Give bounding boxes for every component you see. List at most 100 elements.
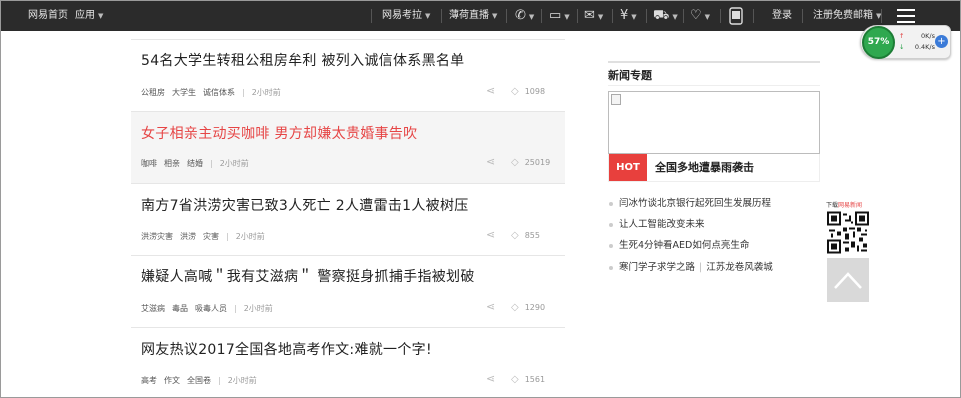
news-tag[interactable]: 结婚 — [187, 159, 203, 168]
news-time: 2小时前 — [219, 159, 249, 168]
mobile-icon[interactable] — [729, 7, 743, 30]
apps-menu[interactable]: 应用 ▼ — [75, 1, 103, 31]
share-icon[interactable]: ⋖ — [486, 84, 495, 97]
plus-icon[interactable]: + — [935, 35, 948, 48]
sidebar-link[interactable]: 让人工智能改变未来 — [609, 216, 705, 230]
news-tag[interactable]: 灾害 — [203, 232, 219, 241]
chevron-down-icon: ▼ — [492, 12, 498, 20]
news-tag[interactable]: 吸毒人员 — [195, 304, 227, 313]
divider — [506, 9, 507, 23]
news-time: 2小时前 — [243, 304, 273, 313]
news-tag[interactable]: 毒品 — [172, 304, 188, 313]
news-tag[interactable]: 艾滋病 — [141, 304, 165, 313]
news-item[interactable]: 嫌疑人高喊＂我有艾滋病＂ 警察挺身抓捕手指被划破 艾滋病 毒品 吸毒人员 | 2小时前 … — [131, 266, 565, 326]
network-speed-widget[interactable]: 57% ↑ 0K/s ↓ 0.4K/s + — [860, 25, 951, 59]
news-time: 2小时前 — [235, 232, 265, 241]
phone-icon[interactable]: ✆ ▼ — [515, 8, 534, 25]
news-tag[interactable]: 洪涝 — [180, 232, 196, 241]
comment-count[interactable]: ◇ 1098 — [511, 86, 545, 97]
separator: | — [234, 304, 237, 313]
divider — [753, 9, 754, 23]
news-title[interactable]: 54名大学生转租公租房牟利 被列入诚信体系黑名单 — [141, 50, 464, 70]
home-link[interactable]: 网易首页 — [28, 1, 68, 31]
comment-count[interactable]: ◇ 855 — [511, 230, 540, 241]
mail-icon[interactable]: ✉ ▼ — [584, 8, 603, 25]
news-item[interactable]: 网友热议2017全国各地高考作文:难就一个字! 高考 作文 全国卷 | 2小时前 ⋖ ◇… — [131, 339, 565, 394]
qr-label-brand: 网易新闻 — [838, 202, 863, 209]
news-tag[interactable]: 诚信体系 — [203, 88, 235, 97]
separator: | — [242, 88, 245, 97]
hot-topic[interactable]: HOT 全国多地遭暴雨袭击 — [608, 154, 820, 182]
register-label: 注册免费邮箱 — [813, 10, 873, 21]
sidebar-link-text[interactable]: 江苏龙卷风袭城 — [706, 262, 773, 273]
comment-count[interactable]: ◇ 1561 — [511, 374, 545, 385]
kaola-label: 网易考拉 — [382, 10, 422, 21]
sidebar-link[interactable]: 闫冰竹谈北京银行起死回生发展历程 — [609, 195, 771, 209]
upload-speed: ↑ 0K/s — [899, 32, 935, 40]
kaola-link[interactable]: 网易考拉 ▼ — [382, 1, 430, 31]
feature-image[interactable] — [608, 91, 820, 154]
bullet-icon — [609, 243, 613, 248]
chevron-up-icon — [834, 272, 862, 289]
sidebar-link-text[interactable]: 让人工智能改变未来 — [619, 219, 705, 230]
separator: | — [226, 232, 229, 241]
news-time: 2小时前 — [251, 88, 281, 97]
sidebar-link-text[interactable]: 闫冰竹谈北京银行起死回生发展历程 — [619, 198, 771, 209]
cart-icon[interactable]: ⛟ ▼ — [653, 8, 678, 25]
divider — [131, 327, 565, 328]
broken-image-icon — [611, 94, 621, 105]
comment-count-value: 1561 — [524, 375, 546, 384]
comment-count[interactable]: ◇ 1290 — [511, 302, 545, 313]
login-link[interactable]: 登录 — [772, 1, 792, 31]
news-tag[interactable]: 公租房 — [141, 88, 165, 97]
hot-topic-title[interactable]: 全国多地遭暴雨袭击 — [655, 154, 754, 181]
news-item[interactable]: 54名大学生转租公租房牟利 被列入诚信体系黑名单 公租房 大学生 诚信体系 | 2小时前… — [131, 50, 565, 110]
news-meta: 洪涝灾害 洪涝 灾害 | 2小时前 — [141, 231, 272, 242]
comment-count-value: 25019 — [524, 158, 551, 167]
divider — [577, 9, 578, 23]
share-icon[interactable]: ⋖ — [486, 155, 495, 168]
news-title[interactable]: 女子相亲主动买咖啡 男方却嫌太贵婚事告吹 — [141, 123, 417, 143]
news-item[interactable]: 南方7省洪涝灾害已致3人死亡 2人遭雷击1人被树压 洪涝灾害 洪涝 灾害 | 2小时前 … — [131, 195, 565, 255]
share-icon[interactable]: ⋖ — [486, 228, 495, 241]
live-link[interactable]: 薄荷直播 ▼ — [449, 1, 497, 31]
sidebar-link[interactable]: 生死4分钟看AED如何点亮生命 — [609, 237, 749, 251]
monitor-icon[interactable]: ▭ ▼ — [549, 8, 570, 25]
divider — [541, 9, 542, 23]
news-title[interactable]: 嫌疑人高喊＂我有艾滋病＂ 警察挺身抓捕手指被划破 — [141, 266, 475, 286]
divider — [802, 9, 803, 23]
upload-value: 0K/s — [921, 32, 935, 40]
news-title[interactable]: 南方7省洪涝灾害已致3人死亡 2人遭雷击1人被树压 — [141, 195, 469, 215]
comment-icon: ◇ — [511, 86, 519, 97]
comment-icon: ◇ — [511, 302, 519, 313]
news-tag[interactable]: 大学生 — [172, 88, 196, 97]
bullet-icon — [609, 265, 613, 270]
news-title[interactable]: 网友热议2017全国各地高考作文:难就一个字! — [141, 339, 432, 359]
sidebar-link[interactable]: 寒门学子求学之路 | 江苏龙卷风袭城 — [609, 259, 773, 273]
divider — [720, 9, 721, 23]
bullet-icon — [609, 201, 613, 206]
news-meta: 公租房 大学生 诚信体系 | 2小时前 — [141, 87, 288, 98]
comment-count-value: 1290 — [524, 303, 546, 312]
news-tag[interactable]: 洪涝灾害 — [141, 232, 173, 241]
news-tag[interactable]: 高考 — [141, 376, 157, 385]
divider — [131, 111, 565, 112]
news-time: 2小时前 — [227, 376, 257, 385]
news-item[interactable]: 女子相亲主动买咖啡 男方却嫌太贵婚事告吹 咖啡 相亲 结婚 | 2小时前 ⋖ ◇ 2501… — [131, 123, 565, 183]
chevron-down-icon: ▼ — [98, 12, 104, 20]
share-icon[interactable]: ⋖ — [486, 300, 495, 313]
divider — [131, 183, 565, 184]
news-tag[interactable]: 咖啡 — [141, 159, 157, 168]
yen-icon[interactable]: ¥ ▼ — [620, 8, 637, 25]
news-tag[interactable]: 作文 — [164, 376, 180, 385]
news-tag[interactable]: 全国卷 — [187, 376, 211, 385]
heart-icon[interactable]: ♡ ▼ — [690, 8, 710, 25]
comment-count[interactable]: ◇ 25019 — [511, 157, 550, 168]
share-icon[interactable]: ⋖ — [486, 372, 495, 385]
news-tag[interactable]: 相亲 — [164, 159, 180, 168]
qr-label: 下载网易新闻 — [826, 200, 862, 209]
sidebar-link-text[interactable]: 寒门学子求学之路 — [619, 262, 695, 273]
sidebar-link-text[interactable]: 生死4分钟看AED如何点亮生命 — [619, 240, 749, 251]
back-to-top-button[interactable] — [827, 258, 869, 302]
divider — [131, 39, 565, 40]
